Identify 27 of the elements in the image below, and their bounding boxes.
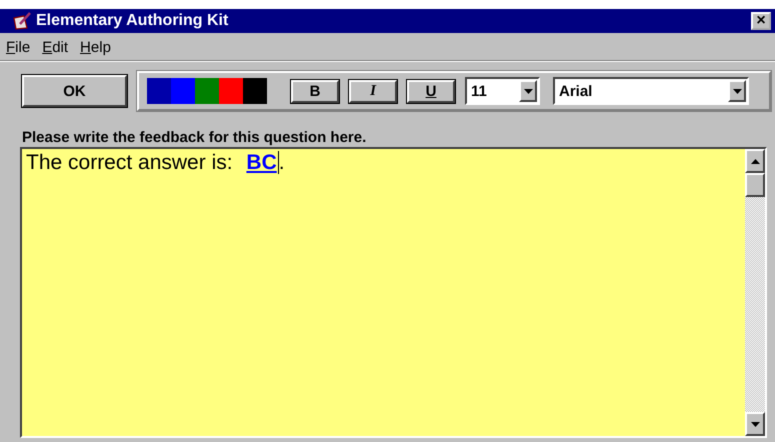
pen-paper-icon xyxy=(12,12,32,30)
color-swatch[interactable] xyxy=(243,78,267,104)
scroll-up-button[interactable] xyxy=(745,149,765,173)
format-button[interactable]: B xyxy=(291,80,339,102)
close-button[interactable]: × xyxy=(751,12,771,30)
color-swatch[interactable] xyxy=(219,78,243,104)
color-swatch[interactable] xyxy=(195,78,219,104)
scroll-thumb[interactable] xyxy=(745,173,765,197)
prompt-label: Please write the feedback for this question here. xyxy=(22,129,368,146)
up-arrow-icon xyxy=(750,158,760,164)
feedback-text: The correct answer is: BC. xyxy=(26,151,285,174)
feedback-editor[interactable]: The correct answer is: BC. xyxy=(20,147,767,438)
format-button[interactable]: I xyxy=(349,80,397,102)
scroll-down-button[interactable] xyxy=(745,412,765,436)
menu-item[interactable]: File xyxy=(6,39,30,56)
ok-button[interactable]: OK xyxy=(22,75,127,107)
window-title: Elementary Authoring Kit xyxy=(36,12,230,30)
format-button[interactable]: U xyxy=(407,80,455,102)
color-swatch[interactable] xyxy=(147,78,171,104)
font-size-dropdown[interactable]: 11 xyxy=(465,77,540,105)
menu-item[interactable]: Edit xyxy=(42,39,68,56)
down-arrow-icon xyxy=(750,422,760,426)
dropdown-arrow-icon xyxy=(732,88,742,94)
font-dropdown[interactable]: Arial xyxy=(553,77,749,105)
color-swatch[interactable] xyxy=(171,78,195,104)
dropdown-arrow-icon xyxy=(524,88,532,94)
menu-item[interactable]: Help xyxy=(80,39,111,56)
